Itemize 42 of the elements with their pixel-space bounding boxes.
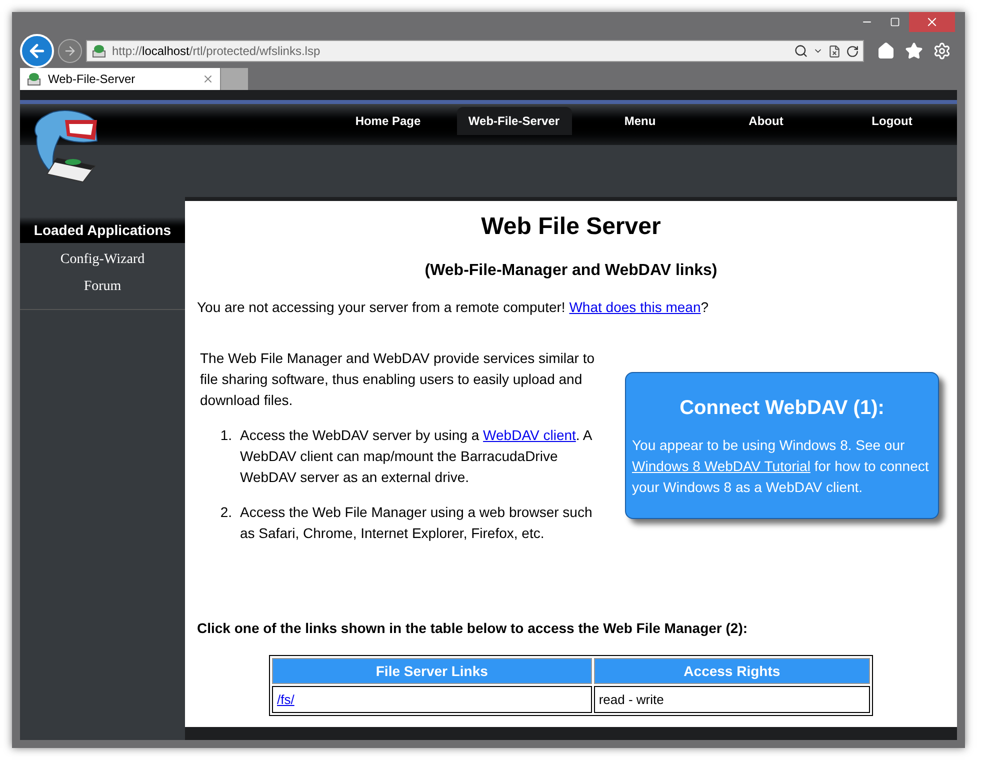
sidebar-link[interactable]: Forum [84,276,122,297]
link[interactable]: What does this mean [569,299,701,315]
table-cell: read - write [594,686,870,713]
globe-page-icon [91,43,107,59]
nav-tab[interactable]: Home Page [330,107,446,135]
close-icon [925,15,939,29]
sidebar-link[interactable]: Config-Wizard [60,249,145,270]
close-tab-icon[interactable] [202,73,214,85]
home-icon[interactable] [877,42,895,60]
search-icon[interactable] [794,44,808,58]
maximize-icon [890,17,900,27]
column-header: File Server Links [272,658,592,684]
callout-text: You appear to be using Windows 8. See our Windows 8 WebDAV Tutorial for how to connect your Windows 8 as a WebDAV client. [632,436,930,497]
compatibility-icon[interactable] [828,44,841,58]
nav-tab[interactable]: About [708,107,824,135]
step-text: Access the WebDAV server by using a WebDAV client. A WebDAV client can map/mount the BarracudaDrive WebDAV server as an external drive. [240,426,593,487]
close-button[interactable] [909,12,955,32]
url-text: http://localhost/rtl/protected/wfslinks.lsp [112,43,322,60]
sidebar-heading: Loaded Applications [20,217,185,243]
list-number: 2. [219,503,232,522]
step-text: Access the Web File Manager using a web browser such as Safari, Chrome, Internet Explorer, Firefox, etc. [240,503,594,543]
intro-text: The Web File Manager and WebDAV provide services similar to file sharing software, thus enabling users to easily upload and download files. [200,349,596,410]
refresh-icon[interactable] [846,44,859,58]
notice-text: You are not accessing your server from a remote computer! What does this mean? [197,298,710,317]
forward-button[interactable] [58,39,82,63]
link[interactable]: WebDAV client [483,427,576,443]
nav-tab[interactable]: Logout [834,107,950,135]
list-number: 1. [219,426,232,445]
back-button[interactable] [20,34,54,68]
nav-tab[interactable]: Web-File-Server [456,107,572,135]
table-caption: Click one of the links shown in the table below to access the Web File Manager (2): [197,619,749,638]
link[interactable]: /fs/ [277,692,294,707]
page-subtitle: (Web-File-Manager and WebDAV links) [424,261,718,281]
globe-page-icon [26,71,42,87]
page-title: Web File Server [480,212,662,242]
nav-tab[interactable]: Menu [582,107,698,135]
column-header: Access Rights [594,658,870,684]
address-bar[interactable]: http://localhost/rtl/protected/wfslinks.lsp [86,40,864,62]
settings-icon[interactable] [933,42,951,60]
callout-title: Connect WebDAV (1): [678,396,886,421]
favorites-icon[interactable] [905,42,923,60]
browser-tab[interactable]: Web-File-Server [20,68,220,90]
